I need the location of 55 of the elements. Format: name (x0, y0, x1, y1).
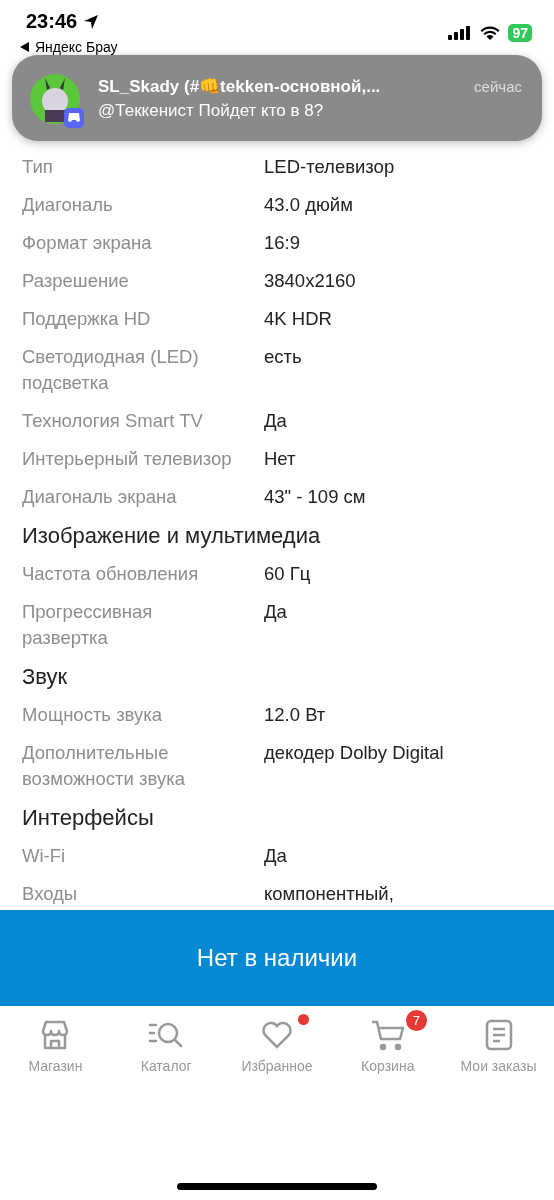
spec-label: Мощность звука (22, 703, 164, 727)
spec-value: 12.0 Вт (264, 703, 326, 727)
spec-value: компонентный, (264, 882, 394, 906)
section-heading: Изображение и мультимедиа (22, 522, 322, 550)
spec-value: Да (264, 844, 287, 868)
spec-label: Формат экрана (22, 231, 153, 255)
notification-message: @Теккенист Пойдет кто в 8? (98, 100, 325, 121)
avatar-icon (30, 74, 84, 128)
spec-value: Нет (264, 447, 296, 471)
spec-label: Поддержка HD (22, 307, 152, 331)
battery-indicator: 97 (508, 24, 532, 42)
spec-value: 43.0 дюйм (264, 193, 353, 217)
location-icon (83, 13, 100, 30)
spec-value: 3840x2160 (264, 269, 356, 293)
orders-icon (484, 1019, 513, 1051)
spec-label: Wi-Fi (22, 844, 67, 868)
nav-tab[interactable]: Избранное (222, 1008, 332, 1096)
spec-label: Технология Smart TV (22, 409, 204, 433)
spec-value: декодер Dolby Digital (264, 741, 444, 765)
back-icon[interactable] (20, 42, 29, 52)
spec-label: Тип (22, 155, 54, 179)
section-heading: Интерфейсы (22, 804, 155, 832)
notification-title: SL_Skady (#👊tekken-основной,... (98, 75, 381, 97)
out-of-stock-button[interactable]: Нет в наличии (0, 910, 554, 1006)
spec-value: Да (264, 600, 287, 624)
spec-value: 4K HDR (264, 307, 332, 331)
nav-tab[interactable]: Мои заказы (443, 1008, 554, 1096)
spec-value: есть (264, 345, 302, 369)
back-app-link[interactable]: Яндекс Брау (35, 39, 118, 55)
notification-time: сейчас (474, 77, 522, 95)
nav-tab[interactable]: 7 Корзина (332, 1008, 443, 1096)
signal-icon (448, 26, 473, 40)
spec-label: Частота обновления (22, 562, 200, 586)
cart-icon (370, 1019, 405, 1051)
spec-label: Диагональ экрана (22, 485, 178, 509)
cart-count-badge: 7 (405, 1010, 427, 1031)
spec-label: Дополнительные возможности звука (22, 741, 186, 791)
spec-label: Диагональ (22, 193, 114, 217)
status-time: 23:46 (26, 10, 78, 33)
spec-value: 16:9 (264, 231, 300, 255)
nav-tab[interactable]: Каталог (111, 1008, 222, 1096)
spec-value: 43" - 109 см (264, 485, 366, 509)
section-heading: Звук (22, 663, 69, 691)
spec-value: Да (264, 409, 287, 433)
wifi-icon (480, 26, 501, 40)
notification-banner[interactable]: SL_Skady (#👊tekken-основной,... сейчас @Теккенист Пойдет кто в 8? (12, 55, 542, 141)
spec-label: Светодиодная (LED) подсветка (22, 345, 200, 395)
spec-value: LED-телевизор (264, 155, 395, 179)
heart-icon (261, 1020, 293, 1050)
spec-label: Прогрессивная развертка (22, 600, 154, 650)
spec-label: Интерьерный телевизор (22, 447, 233, 471)
spec-label: Разрешение (22, 269, 130, 293)
spec-label: Входы (22, 882, 79, 906)
nav-tab[interactable]: Магазин (0, 1008, 111, 1096)
spec-value: 60 Гц (264, 562, 311, 586)
